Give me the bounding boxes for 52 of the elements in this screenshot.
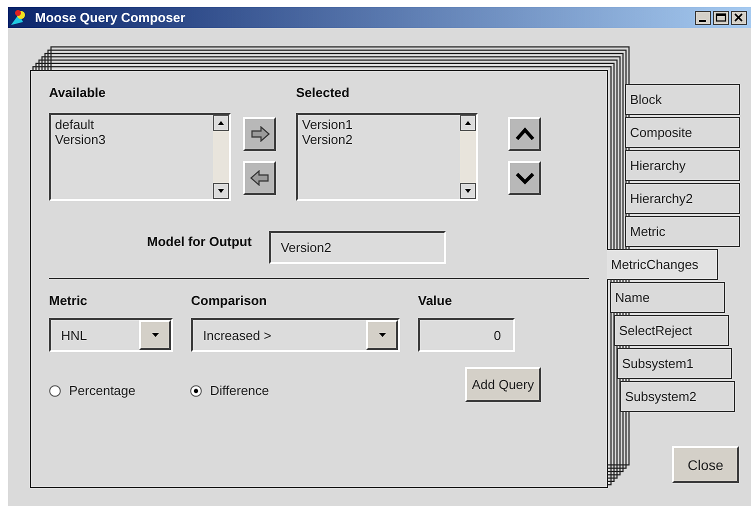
radio-label: Percentage xyxy=(69,383,136,398)
tab[interactable]: Subsystem1 xyxy=(617,348,732,379)
radio-button[interactable] xyxy=(190,384,202,396)
tab[interactable]: SelectReject xyxy=(614,315,729,346)
radio-label: Difference xyxy=(210,383,270,398)
tab[interactable]: Name xyxy=(610,282,725,313)
move-up-icon xyxy=(514,126,536,142)
caret-icon xyxy=(378,333,386,337)
tab[interactable]: Hierarchy2 xyxy=(625,183,740,214)
list-item[interactable]: Version3 xyxy=(55,132,209,147)
list-item[interactable]: default xyxy=(55,117,209,132)
dropdown[interactable]: HNL xyxy=(49,318,173,352)
field-label: Metric xyxy=(49,293,88,308)
tab[interactable]: Composite xyxy=(625,117,740,148)
scroll-down-icon[interactable] xyxy=(460,183,476,199)
scroll-up-icon[interactable] xyxy=(213,115,229,131)
move-down-button[interactable] xyxy=(508,161,541,195)
field-label: Value xyxy=(418,293,453,308)
scrollbar[interactable] xyxy=(213,115,229,199)
tab[interactable]: Block xyxy=(625,84,740,115)
maximize-icon[interactable] xyxy=(713,10,729,24)
list-label: Selected xyxy=(296,85,350,100)
remove-arrow-button[interactable] xyxy=(243,161,276,195)
radio-button[interactable] xyxy=(49,384,61,396)
list-item[interactable]: Version2 xyxy=(302,132,456,147)
move-up-button[interactable] xyxy=(508,117,541,151)
output-model-field[interactable]: Version2 xyxy=(268,231,446,264)
field-label: Model for Output xyxy=(147,233,252,249)
add-query-button[interactable]: Add Query xyxy=(464,367,541,402)
caret-icon xyxy=(152,333,158,337)
list-box[interactable]: default Version3 xyxy=(49,113,231,201)
tab[interactable]: Subsystem2 xyxy=(620,381,735,412)
tab[interactable]: Hierarchy xyxy=(625,150,740,181)
list-label: Available xyxy=(49,85,107,100)
field-label: Comparison xyxy=(191,293,268,308)
tab[interactable]: MetricChanges xyxy=(607,249,718,280)
list-item[interactable]: Version1 xyxy=(302,117,456,132)
scroll-up-icon[interactable] xyxy=(460,115,476,131)
add-arrow-button[interactable] xyxy=(243,117,276,151)
close-button[interactable]: Close xyxy=(672,446,739,483)
scroll-down-icon[interactable] xyxy=(213,183,229,199)
list-box[interactable]: Version1 Version2 xyxy=(296,113,478,201)
value-field[interactable]: 0 xyxy=(418,318,515,352)
window-title: Moose Query Composer xyxy=(35,10,186,25)
minimize-icon[interactable] xyxy=(695,10,711,24)
close-icon[interactable] xyxy=(731,10,747,24)
remove-arrow-icon xyxy=(248,170,270,186)
dropdown[interactable]: Increased > xyxy=(191,318,400,352)
move-down-icon xyxy=(514,170,536,186)
add-arrow-icon xyxy=(248,126,270,142)
scrollbar[interactable] xyxy=(460,115,476,199)
tab[interactable]: Metric xyxy=(625,216,740,247)
